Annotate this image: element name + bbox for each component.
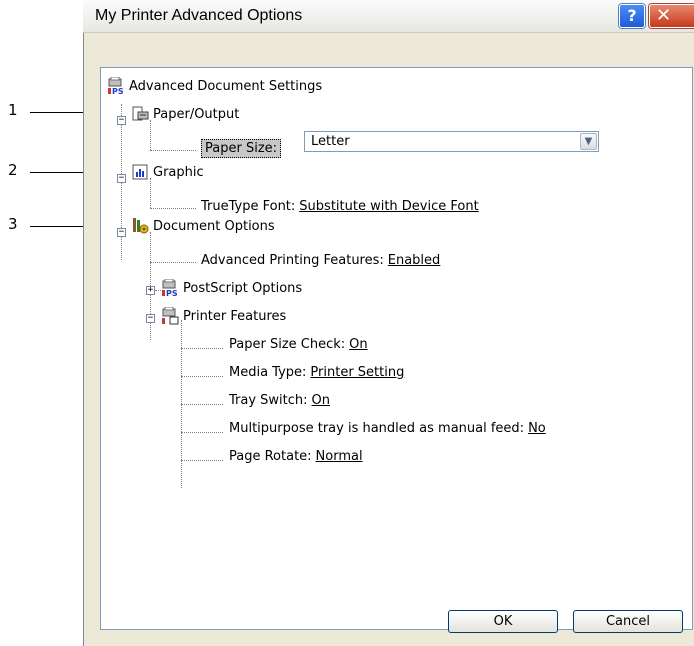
collapse-toggle-graphic[interactable]: − bbox=[117, 174, 126, 183]
feature-value[interactable]: Normal bbox=[316, 449, 363, 464]
advanced-options-dialog: My Printer Advanced Options ? ✕ − − − + … bbox=[83, 0, 694, 646]
tree-item-advanced-printing-features[interactable]: Advanced Printing Features: Enabled bbox=[197, 248, 440, 272]
paper-output-icon bbox=[131, 105, 149, 123]
tree-item-document-options[interactable]: Document Options bbox=[131, 214, 275, 238]
tree-guide-line bbox=[181, 460, 223, 461]
help-button[interactable]: ? bbox=[619, 4, 645, 28]
tree-item-postscript-options[interactable]: PS PostScript Options bbox=[161, 276, 302, 300]
paper-size-selected-value: Letter bbox=[311, 134, 350, 149]
tree-item-media-type[interactable]: Media Type: Printer Setting bbox=[225, 360, 404, 384]
tree-label: Printer Features bbox=[183, 308, 287, 324]
tree-label: Document Options bbox=[153, 218, 275, 234]
tree-item-paper-output[interactable]: Paper/Output bbox=[131, 102, 239, 126]
title-bar[interactable]: My Printer Advanced Options ? ✕ bbox=[83, 0, 694, 33]
tree-label: PostScript Options bbox=[183, 280, 303, 296]
callout-number-3: 3 bbox=[8, 215, 18, 233]
paper-size-label: Paper Size: bbox=[201, 138, 282, 158]
tree-item-advanced-document-settings[interactable]: PS Advanced Document Settings bbox=[107, 74, 322, 98]
feature-label: Paper Size Check: bbox=[229, 336, 346, 352]
tree-label: Graphic bbox=[153, 164, 204, 180]
tree-guide-line bbox=[150, 208, 196, 209]
expand-toggle-postscript-options[interactable]: + bbox=[146, 286, 155, 295]
tree-guide-line bbox=[150, 262, 196, 263]
truetype-font-label: TrueType Font: bbox=[201, 198, 296, 214]
feature-value[interactable]: Printer Setting bbox=[310, 365, 404, 380]
feature-value[interactable]: No bbox=[528, 421, 546, 436]
tree-guide-line bbox=[181, 404, 223, 405]
cancel-button[interactable]: Cancel bbox=[573, 610, 683, 633]
collapse-toggle-printer-features[interactable]: − bbox=[146, 314, 155, 323]
collapse-toggle-document-options[interactable]: − bbox=[117, 228, 126, 237]
feature-label: Media Type: bbox=[229, 364, 307, 380]
chevron-down-icon: ▼ bbox=[584, 136, 593, 147]
feature-value[interactable]: On bbox=[349, 337, 367, 352]
document-options-icon bbox=[131, 217, 149, 235]
callout-number-2: 2 bbox=[8, 161, 18, 179]
tree-guide-line bbox=[181, 432, 223, 433]
printer-ps-icon: PS bbox=[107, 76, 125, 96]
collapse-toggle-paper-output[interactable]: − bbox=[117, 116, 126, 125]
tree-item-tray-switch[interactable]: Tray Switch: On bbox=[225, 388, 330, 412]
tree-label: Advanced Document Settings bbox=[129, 78, 323, 94]
callout-number-1: 1 bbox=[8, 101, 18, 119]
feature-label: Page Rotate: bbox=[229, 448, 312, 464]
tree-item-paper-size[interactable]: Paper Size: bbox=[197, 136, 282, 160]
tree-item-page-rotate[interactable]: Page Rotate: Normal bbox=[225, 444, 363, 468]
advanced-printing-label: Advanced Printing Features: bbox=[201, 252, 384, 268]
ok-button[interactable]: OK bbox=[448, 610, 558, 633]
printer-ps-icon: PS bbox=[161, 278, 179, 298]
feature-value[interactable]: On bbox=[312, 393, 330, 408]
feature-label: Tray Switch: bbox=[229, 392, 308, 408]
window-title: My Printer Advanced Options bbox=[95, 7, 303, 24]
dropdown-arrow-button[interactable]: ▼ bbox=[580, 133, 597, 150]
advanced-printing-value[interactable]: Enabled bbox=[388, 253, 441, 268]
truetype-font-value[interactable]: Substitute with Device Font bbox=[299, 199, 478, 214]
tree-item-printer-features[interactable]: Printer Features bbox=[161, 304, 286, 328]
tree-item-graphic[interactable]: Graphic bbox=[131, 160, 204, 184]
paper-size-select[interactable]: Letter ▼ bbox=[304, 131, 599, 152]
graphic-chart-icon bbox=[131, 163, 149, 181]
dialog-body: − − − + − PS Advanced Document Settings … bbox=[83, 33, 694, 646]
help-icon: ? bbox=[627, 6, 637, 25]
tree-item-paper-size-check[interactable]: Paper Size Check: On bbox=[225, 332, 368, 356]
close-button[interactable]: ✕ bbox=[649, 4, 694, 28]
printer-features-icon bbox=[161, 306, 179, 325]
tree-guide-line bbox=[181, 376, 223, 377]
svg-text:PS: PS bbox=[112, 87, 124, 95]
tree-guide-line bbox=[150, 150, 196, 151]
tree-guide-line bbox=[181, 348, 223, 349]
feature-label: Multipurpose tray is handled as manual f… bbox=[229, 420, 525, 436]
tree-label: Paper/Output bbox=[153, 106, 240, 122]
close-icon: ✕ bbox=[656, 5, 672, 26]
svg-text:PS: PS bbox=[166, 289, 178, 297]
tree-item-multipurpose-tray[interactable]: Multipurpose tray is handled as manual f… bbox=[225, 416, 546, 440]
